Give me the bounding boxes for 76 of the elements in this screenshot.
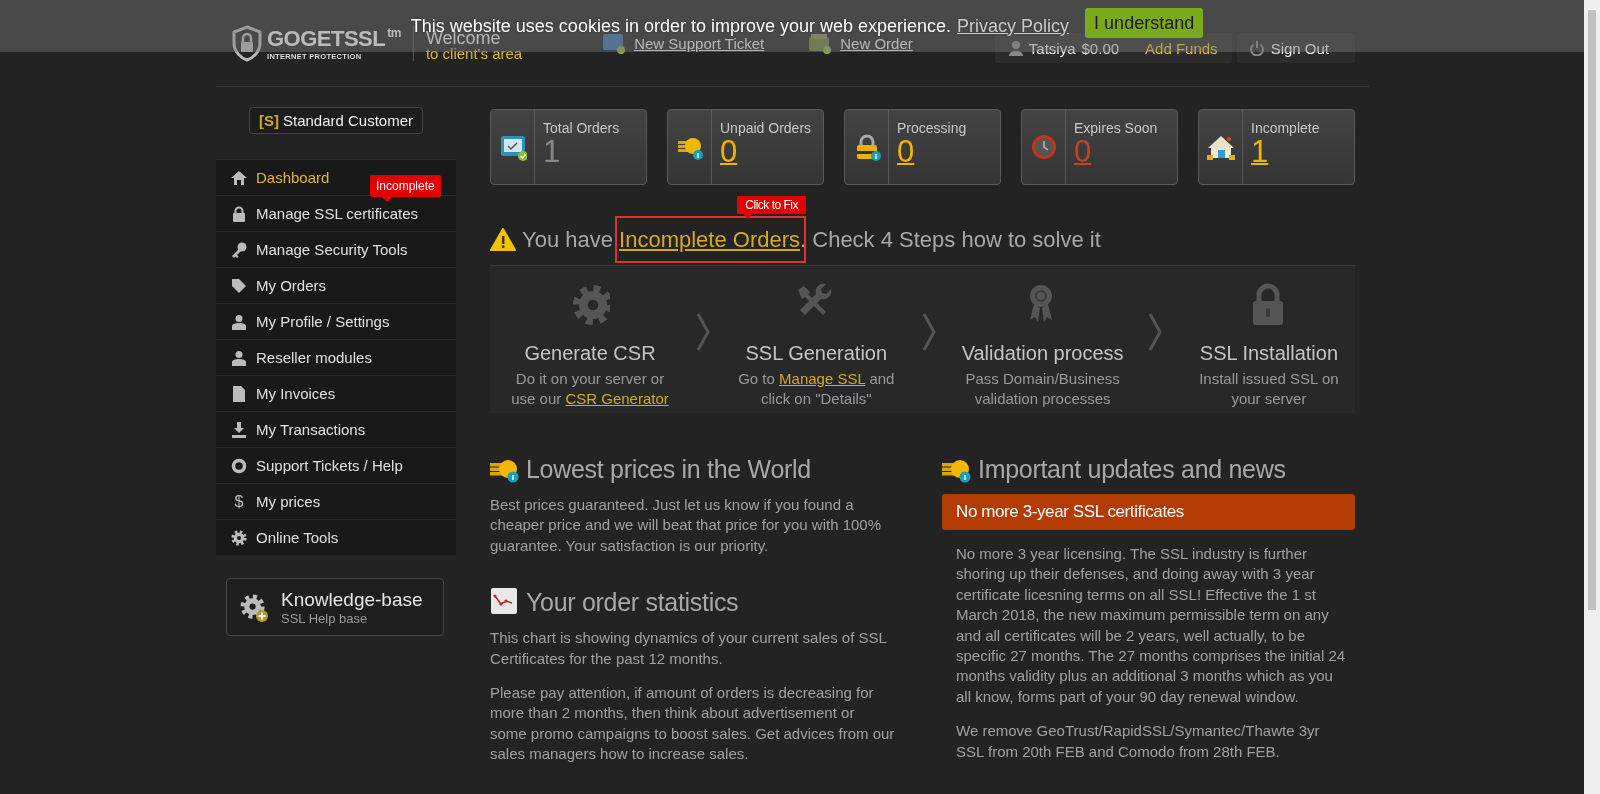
step-description: Do it on your server or use our CSR Generator bbox=[510, 369, 670, 409]
stat-label: Incomplete bbox=[1251, 120, 1320, 136]
chevron-icon bbox=[1148, 312, 1164, 352]
section-title: Your order statistics bbox=[526, 587, 739, 617]
section-title: Lowest prices in the World bbox=[526, 454, 811, 484]
step-title: Generate CSR bbox=[524, 342, 656, 365]
section-text: Best prices guaranteed. Just let us know if you found a cheaper price and we will beat that price for you with 100% guarantee. Your satisfaction is our priority. bbox=[490, 495, 883, 556]
knowledge-base-card[interactable]: Knowledge-base SSL Help base bbox=[226, 578, 444, 636]
stat-label: Unpaid Orders bbox=[720, 120, 812, 136]
monitor-icon bbox=[602, 31, 627, 55]
step-link[interactable]: Manage SSL bbox=[779, 370, 866, 387]
logo-text: GOGETSSL bbox=[267, 25, 386, 52]
chevron-icon bbox=[695, 312, 711, 352]
user-icon bbox=[231, 349, 247, 366]
sidebar-item[interactable]: My Profile / Settings bbox=[216, 303, 456, 339]
stat-value-link[interactable]: 1 bbox=[1251, 136, 1320, 168]
news-text: No more 3 year licensing. The SSL industry is further shoring up their defenses, and doing away with 3 year certificate licesning terms on all SSL! Effective the 1 st March 2018, the new maximum permissible term on any and all certificates will be 2 years, well actually, to be specific 27 months. The 27 months comprises the initial 24 months validity plus an additional 3 months which as you all know, forms part of your 90 day renewal window. bbox=[955, 544, 1347, 707]
home-icon bbox=[231, 169, 247, 186]
account-balance: $0.00 bbox=[1081, 39, 1120, 57]
section-title: Important updates and news bbox=[978, 454, 1286, 484]
stat-label: Expires Soon bbox=[1074, 120, 1158, 136]
section-text: This chart is showing dynamics of your current sales of SSL Certificates for the past 12 months. bbox=[490, 628, 888, 669]
step-description: Pass Domain/Business validation processes bbox=[964, 369, 1121, 409]
sidebar-item[interactable]: Support Tickets / Help bbox=[216, 447, 456, 483]
gear-plus-icon bbox=[239, 592, 269, 622]
sidebar-item[interactable]: Online Tools bbox=[216, 519, 456, 555]
dollar-icon: $ bbox=[231, 492, 247, 511]
stat-label: Processing bbox=[897, 120, 967, 136]
sidebar-item[interactable]: $ My prices bbox=[216, 483, 456, 519]
accept-cookies-button[interactable]: I understand bbox=[1085, 8, 1204, 38]
level-label: Standard Customer bbox=[282, 112, 414, 129]
click-to-fix-callout: Click to Fix bbox=[737, 196, 807, 219]
news-headline-bar: No more 3-year SSL certificates bbox=[942, 494, 1355, 530]
step-description: Install issued SSL on your server bbox=[1198, 369, 1340, 409]
tag-icon bbox=[231, 277, 247, 294]
sidebar-item[interactable]: My Transactions bbox=[216, 411, 456, 447]
document-icon bbox=[231, 385, 247, 402]
lifebuoy-icon bbox=[231, 457, 247, 474]
step-description: Go to Manage SSL and click on "Details" bbox=[737, 369, 896, 409]
warning-icon bbox=[490, 228, 516, 252]
step-title: Validation process bbox=[961, 342, 1124, 365]
power-icon bbox=[1248, 40, 1265, 56]
gear-icon bbox=[231, 529, 247, 546]
padlock-icon bbox=[231, 205, 247, 222]
download-icon bbox=[231, 421, 247, 438]
user-name: Tatsiya bbox=[1028, 39, 1076, 57]
privacy-policy-link[interactable]: Privacy Policy bbox=[957, 15, 1070, 37]
key-icon bbox=[231, 241, 247, 258]
level-tag: [S] bbox=[258, 112, 279, 129]
welcome-subtitle: to client's area bbox=[425, 46, 523, 61]
step-link[interactable]: CSR Generator bbox=[565, 390, 669, 407]
user-icon bbox=[231, 313, 247, 330]
alert-text: You have bbox=[522, 227, 614, 253]
sidebar-item[interactable]: Manage Security Tools bbox=[216, 231, 456, 267]
trademark-mark: tm bbox=[387, 25, 401, 40]
scrollbar-thumb[interactable] bbox=[1588, 10, 1596, 610]
step-title: SSL Installation bbox=[1199, 342, 1339, 365]
user-icon bbox=[1008, 40, 1023, 56]
section-text: Please pay attention, if amount of orders is decreasing for more than 2 months, then think about advertisement or some promo campaigns to boost sales. Get advices from our sales managers how to increase sales. bbox=[490, 683, 895, 765]
gear-icon bbox=[570, 282, 610, 326]
step-title: SSL Generation bbox=[745, 342, 888, 365]
stat-label: Total Orders bbox=[543, 120, 620, 136]
stat-value-link[interactable]: 0 bbox=[720, 136, 812, 168]
stat-value: 1 bbox=[543, 136, 562, 168]
sidebar-item[interactable]: My Invoices bbox=[216, 375, 456, 411]
sidebar-item[interactable]: My Orders bbox=[216, 267, 456, 303]
sidebar-item[interactable]: Reseller modules bbox=[216, 339, 456, 375]
clock-icon bbox=[1029, 133, 1058, 161]
news-text: We remove GeoTrust/RapidSSL/Symantec/Thawte 3yr SSL from 20th FEB and Comodo from 28th FEB. bbox=[955, 721, 1321, 762]
monitor-check-icon bbox=[498, 133, 527, 161]
house-icon bbox=[1206, 133, 1235, 161]
shield-lock-logo-icon bbox=[231, 24, 263, 62]
stat-value-link[interactable]: 0 bbox=[897, 136, 967, 168]
incomplete-orders-link[interactable]: Incomplete Orders bbox=[619, 227, 801, 252]
alert-text: . Check 4 Steps how to solve it bbox=[800, 227, 1101, 253]
chevron-icon bbox=[921, 312, 937, 352]
